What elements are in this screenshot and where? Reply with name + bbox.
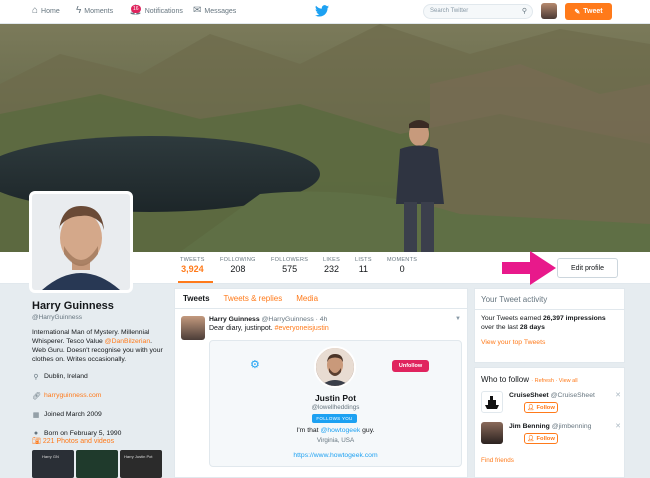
card-avatar-photo xyxy=(316,348,354,386)
profile-bio: International Man of Mystery. Millennial… xyxy=(32,329,163,363)
close-icon[interactable]: ✕ xyxy=(615,391,621,399)
stat-followers[interactable]: FOLLOWERS 575 xyxy=(271,257,308,274)
ship-icon xyxy=(485,396,499,409)
search-input[interactable]: Search Twitter ⚲ xyxy=(423,4,533,19)
profile-avatar[interactable] xyxy=(29,191,133,293)
list-item: Jim Benning @jimbenning 👤︎ Follow ✕ xyxy=(481,422,621,450)
stat-moments[interactable]: MOMENTS 0 xyxy=(387,257,417,274)
profile-photo xyxy=(32,194,130,290)
avatar[interactable] xyxy=(541,3,557,19)
notification-badge: 16 xyxy=(131,5,141,13)
avatar[interactable] xyxy=(481,422,503,444)
stat-likes[interactable]: LIKES 232 xyxy=(323,257,340,274)
profile-location: ⚲ Dublin, Ireland xyxy=(33,373,88,381)
view-top-tweets-link[interactable]: View your top Tweets xyxy=(475,332,624,346)
photo-thumbnail[interactable] xyxy=(76,450,118,478)
profile-joined: ▦ Joined March 2009 xyxy=(32,411,102,419)
tweet-author-avatar[interactable] xyxy=(181,316,205,340)
refresh-link[interactable]: Refresh xyxy=(535,378,554,384)
photos-videos-link[interactable]: 📷︎ 221 Photos and videos xyxy=(32,437,114,445)
tweet-header: Harry Guinness @HarryGuinness · 4h xyxy=(209,316,327,323)
active-tab-underline xyxy=(178,281,213,283)
card-avatar[interactable] xyxy=(314,346,356,388)
find-friends-link[interactable]: Find friends xyxy=(481,457,514,464)
nav-messages[interactable]: ✉ Messages xyxy=(193,6,236,16)
home-icon: ⌂ xyxy=(32,5,39,16)
tab-media[interactable]: Media xyxy=(296,294,318,303)
activity-summary: Your Tweets earned 26,397 impressions ov… xyxy=(481,315,606,331)
photo-thumbnails: Harry GN Harry Justin Pot xyxy=(32,450,162,478)
add-user-icon: 👤︎ xyxy=(527,435,535,442)
view-all-link[interactable]: View all xyxy=(559,378,578,384)
lightning-icon: ϟ xyxy=(76,5,82,16)
calendar-icon: ▦ xyxy=(32,411,40,419)
edit-profile-button[interactable]: Edit profile xyxy=(557,258,618,278)
who-to-follow-panel: Who to follow · Refresh · View all Cruis… xyxy=(474,367,625,478)
card-handle: @lowellheddings xyxy=(311,404,360,411)
search-icon[interactable]: ⚲ xyxy=(522,7,527,15)
pointer-arrow-icon xyxy=(502,251,556,285)
follow-button[interactable]: 👤︎ Follow xyxy=(524,433,558,444)
gear-icon[interactable]: ⚙ xyxy=(250,358,260,371)
activity-title: Your Tweet activity xyxy=(481,295,548,304)
card-bio-mention[interactable]: @howtogeek xyxy=(320,427,360,434)
bio-mention-link[interactable]: @DanBilzerian xyxy=(105,338,150,345)
profile-handle: @HarryGuinness xyxy=(32,314,82,321)
follows-you-badge: FOLLOWS YOU xyxy=(312,414,357,423)
envelope-icon: ✉ xyxy=(193,5,202,16)
link-icon: 🔗︎ xyxy=(32,392,41,400)
camera-icon: 📷︎ xyxy=(32,438,41,445)
tweet-text: Dear diary, justinpot. #everyoneisjustin xyxy=(209,325,329,332)
chevron-down-icon[interactable]: ▼ xyxy=(455,316,461,322)
unfollow-button[interactable]: Unfollow xyxy=(392,360,429,372)
nav-home[interactable]: ⌂ Home xyxy=(32,6,60,16)
tweet-button[interactable]: ✎ Tweet xyxy=(565,3,612,20)
avatar[interactable] xyxy=(481,391,503,413)
stat-tweets[interactable]: TWEETS 3,924 xyxy=(180,257,205,274)
tweet-author-name[interactable]: Harry Guinness xyxy=(209,316,260,323)
tab-tweets[interactable]: Tweets xyxy=(183,294,210,303)
card-bio: I'm that @howtogeek guy. xyxy=(296,427,375,434)
tweet-activity-panel: Your Tweet activity Your Tweets earned 2… xyxy=(474,288,625,363)
card-url[interactable]: https://www.howtogeek.com xyxy=(210,452,461,459)
tab-tweets-replies[interactable]: Tweets & replies xyxy=(224,294,283,303)
tweet-meta: @HarryGuinness · 4h xyxy=(261,316,328,323)
compose-icon: ✎ xyxy=(574,8,581,16)
hashtag-link[interactable]: #everyoneisjustin xyxy=(275,325,329,332)
photo-thumbnail[interactable]: Harry GN xyxy=(32,450,74,478)
stat-lists[interactable]: LISTS 11 xyxy=(355,257,372,274)
timeline-tabs: Tweets Tweets & replies Media xyxy=(175,289,467,309)
photo-thumbnail[interactable]: Harry Justin Pot xyxy=(120,450,162,478)
timeline: Tweets Tweets & replies Media Harry Guin… xyxy=(174,288,468,478)
list-item: CruiseSheet @CruiseSheet 👤︎ Follow ✕ xyxy=(481,391,621,419)
follow-button[interactable]: 👤︎ Follow xyxy=(524,402,558,413)
stat-following[interactable]: FOLLOWING 208 xyxy=(220,257,256,274)
add-user-icon: 👤︎ xyxy=(527,404,535,411)
top-nav-bar: ⌂ Home ϟ Moments 🔔︎ Notifications 16 ✉ M… xyxy=(0,0,650,24)
who-to-follow-title: Who to follow · Refresh · View all xyxy=(481,375,578,384)
nav-moments[interactable]: ϟ Moments xyxy=(76,6,113,16)
profile-sidebar: Harry Guinness @HarryGuinness Internatio… xyxy=(32,300,167,440)
profile-website: 🔗︎ harryguinness.com xyxy=(32,392,102,400)
location-pin-icon: ⚲ xyxy=(33,373,39,381)
profile-card[interactable]: ⚙ Unfollow Justin Pot @lowellheddings FO… xyxy=(209,340,462,467)
twitter-bird-icon[interactable] xyxy=(315,5,329,17)
balloon-icon: ● xyxy=(33,430,39,437)
profile-name: Harry Guinness xyxy=(32,300,114,312)
card-name[interactable]: Justin Pot xyxy=(210,393,461,403)
close-icon[interactable]: ✕ xyxy=(615,422,621,430)
card-location: Virginia, USA xyxy=(316,437,355,444)
